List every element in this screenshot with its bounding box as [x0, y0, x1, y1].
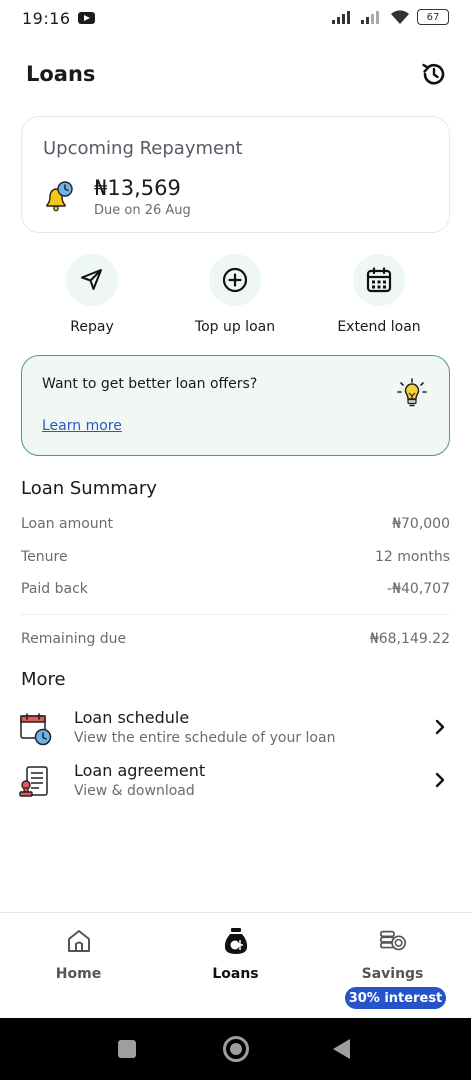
summary-value: ₦68,149.22	[369, 631, 450, 647]
system-navigation-bar	[0, 1018, 471, 1080]
summary-value: ₦70,000	[392, 516, 450, 532]
repayment-amount: ₦13,569	[94, 176, 181, 200]
status-indicators: 67	[332, 9, 449, 25]
youtube-icon	[77, 12, 95, 24]
send-icon	[81, 269, 102, 290]
summary-row-loan-amount: Loan amount ₦70,000	[21, 516, 450, 532]
summary-row-tenure: Tenure 12 months	[21, 549, 450, 565]
nav-loans-label: Loans	[212, 966, 259, 982]
loan-schedule-title: Loan schedule	[74, 708, 190, 727]
summary-label: Paid back	[21, 581, 88, 597]
status-time: 19:16	[22, 8, 71, 28]
nav-home-label: Home	[55, 966, 102, 982]
better-offers-card: Want to get better loan offers? Learn mo…	[21, 355, 450, 456]
lightbulb-icon	[397, 378, 427, 407]
summary-label: Loan amount	[21, 516, 114, 532]
summary-divider	[21, 614, 450, 615]
signal-icon	[332, 11, 350, 24]
savings-icon	[378, 926, 408, 956]
history-icon	[422, 63, 445, 85]
schedule-icon	[20, 713, 52, 746]
loan-agreement-subtitle: View & download	[74, 783, 195, 799]
header: Loans	[26, 54, 449, 94]
back-button[interactable]	[333, 1039, 350, 1059]
promo-text: Want to get better loan offers?	[42, 376, 258, 392]
loan-summary-title: Loan Summary	[21, 478, 157, 499]
top-up-icon-circle	[209, 254, 261, 306]
extend-loan-label: Extend loan	[337, 319, 421, 335]
loan-schedule-item[interactable]: Loan schedule View the entire schedule o…	[18, 708, 453, 752]
loan-bag-icon	[221, 926, 251, 956]
extend-icon-circle	[353, 254, 405, 306]
summary-row-paid-back: Paid back -₦40,707	[21, 581, 450, 597]
bottom-navigation: Home Loans Savings 30% interest	[0, 912, 471, 1018]
summary-value: -₦40,707	[387, 581, 450, 597]
home-system-button[interactable]	[223, 1036, 249, 1062]
loan-agreement-item[interactable]: Loan agreement View & download	[18, 761, 453, 805]
repayment-due-date: Due on 26 Aug	[94, 203, 191, 218]
nav-home[interactable]: Home	[0, 913, 157, 1013]
plus-circle-icon	[222, 267, 248, 293]
summary-row-remaining-due: Remaining due ₦68,149.22	[21, 631, 450, 647]
wifi-icon	[391, 10, 409, 24]
nav-loans[interactable]: Loans	[157, 913, 314, 1013]
signal-icon-2	[361, 11, 379, 24]
repay-button[interactable]: Repay	[32, 254, 152, 335]
top-up-loan-label: Top up loan	[194, 319, 276, 335]
savings-interest-badge: 30% interest	[345, 987, 446, 1009]
bell-clock-icon	[46, 181, 73, 212]
chevron-right-icon	[435, 719, 445, 735]
more-title: More	[21, 669, 66, 690]
loan-agreement-title: Loan agreement	[74, 761, 206, 780]
recent-apps-button[interactable]	[118, 1040, 136, 1058]
summary-label: Remaining due	[21, 631, 127, 647]
loan-schedule-subtitle: View the entire schedule of your loan	[74, 730, 336, 746]
page-title: Loans	[26, 62, 96, 86]
chevron-right-icon	[435, 772, 445, 788]
top-up-loan-button[interactable]: Top up loan	[175, 254, 295, 335]
status-bar: 19:16 67	[0, 0, 471, 36]
summary-label: Tenure	[21, 549, 68, 565]
quick-actions: Repay Top up loan Extend loan	[0, 254, 471, 338]
extend-loan-button[interactable]: Extend loan	[319, 254, 439, 335]
agreement-icon	[19, 766, 48, 797]
repay-label: Repay	[70, 319, 114, 335]
history-button[interactable]	[419, 59, 449, 89]
home-icon	[64, 926, 94, 956]
repayment-title: Upcoming Repayment	[43, 138, 243, 159]
repay-icon-circle	[66, 254, 118, 306]
nav-savings-label: Savings	[361, 966, 424, 982]
calendar-icon	[366, 267, 392, 293]
learn-more-link[interactable]: Learn more	[42, 418, 122, 434]
summary-value: 12 months	[375, 549, 450, 565]
battery-indicator: 67	[417, 9, 449, 25]
upcoming-repayment-card[interactable]: Upcoming Repayment ₦13,569 Due on 26 Aug	[21, 116, 450, 233]
